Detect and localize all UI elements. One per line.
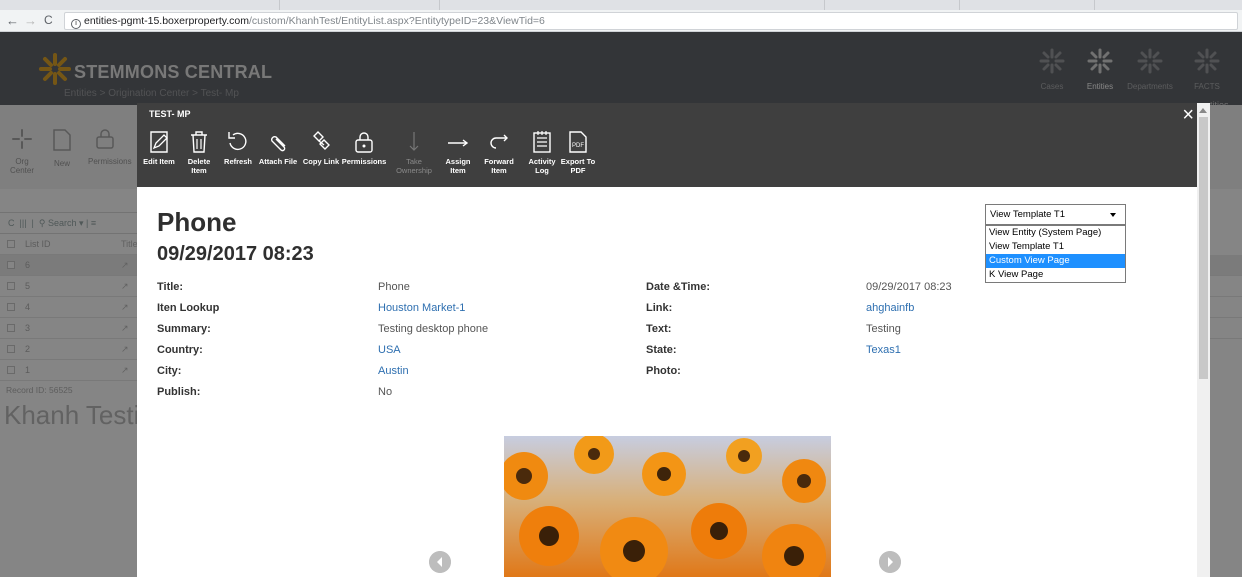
address-bar-row: ← → C i entities-pgmt-15.boxerproperty.co… bbox=[0, 10, 1242, 32]
browser-tab[interactable] bbox=[120, 0, 280, 10]
url-host: entities-pgmt-15.boxerproperty.com bbox=[84, 15, 249, 27]
next-image-icon[interactable] bbox=[879, 551, 901, 573]
forward-nav-icon[interactable]: → bbox=[24, 13, 37, 28]
dropdown-option[interactable]: K View Page bbox=[986, 268, 1125, 282]
browser-tab[interactable] bbox=[280, 0, 440, 10]
info-icon[interactable]: i bbox=[71, 19, 81, 29]
field-value-state[interactable]: Texas1 bbox=[866, 344, 901, 356]
refresh-icon bbox=[228, 132, 247, 151]
reload-icon[interactable]: C bbox=[44, 13, 53, 27]
dropdown-option-highlighted[interactable]: Custom View Page bbox=[986, 254, 1125, 268]
record-date: 09/29/2017 08:23 bbox=[157, 243, 314, 265]
arrow-down-icon bbox=[409, 132, 419, 151]
button-label: Export To PDF bbox=[560, 157, 596, 175]
field-label-publish: Publish: bbox=[157, 386, 201, 398]
field-label-state: State: bbox=[646, 344, 677, 356]
url-field[interactable]: i entities-pgmt-15.boxerproperty.com/cust… bbox=[64, 12, 1238, 30]
button-label: Assign Item bbox=[445, 157, 471, 175]
log-icon bbox=[533, 131, 551, 153]
link-icon bbox=[313, 131, 330, 150]
field-value-publish: No bbox=[378, 386, 393, 398]
field-label-summary: Summary: bbox=[157, 323, 211, 335]
assign-item-button[interactable]: Assign Item bbox=[438, 130, 478, 175]
url-path: /custom/KhanhTest/EntityList.aspx?Entity… bbox=[248, 15, 545, 27]
field-value-item-lookup[interactable]: Houston Market-1 bbox=[378, 302, 465, 314]
modal-title: TEST- MP bbox=[149, 109, 191, 119]
field-label-photo: Photo: bbox=[646, 365, 681, 377]
dropdown-option[interactable]: View Template T1 bbox=[986, 240, 1125, 254]
field-value-date-time: 09/29/2017 08:23 bbox=[866, 281, 952, 293]
previous-image-icon[interactable] bbox=[429, 551, 451, 573]
browser-tab[interactable] bbox=[960, 0, 1095, 10]
copy-link-button[interactable]: Copy Link bbox=[301, 130, 341, 166]
browser-tab[interactable] bbox=[690, 0, 825, 10]
scroll-up-icon[interactable] bbox=[1199, 108, 1207, 113]
field-label-title: Title: bbox=[157, 281, 184, 293]
chevron-down-icon bbox=[1110, 213, 1116, 217]
photo-image bbox=[504, 436, 831, 577]
take-ownership-button[interactable]: Take Ownership bbox=[394, 130, 434, 175]
back-icon[interactable]: ← bbox=[6, 13, 19, 28]
scrollbar-thumb[interactable] bbox=[1199, 117, 1208, 379]
record-title: Phone bbox=[157, 207, 237, 237]
svg-text:PDF: PDF bbox=[572, 143, 584, 149]
refresh-button[interactable]: Refresh bbox=[218, 130, 258, 166]
button-label: Forward Item bbox=[484, 157, 514, 175]
button-label: Take Ownership bbox=[396, 157, 432, 175]
field-label-date-time: Date &Time: bbox=[646, 281, 710, 293]
edit-icon bbox=[150, 131, 168, 153]
delete-item-button[interactable]: Delete Item bbox=[179, 130, 219, 175]
button-label: Copy Link bbox=[302, 157, 340, 166]
field-label-link: Link: bbox=[646, 302, 673, 314]
button-label: Attach File bbox=[258, 157, 298, 166]
dropdown-option[interactable]: View Entity (System Page) bbox=[986, 226, 1125, 240]
button-label: Delete Item bbox=[187, 157, 211, 175]
pdf-icon: PDF bbox=[569, 131, 587, 153]
close-icon[interactable]: × bbox=[1182, 104, 1194, 127]
item-modal: TEST- MP × Edit Item Delete Item Refresh… bbox=[137, 103, 1210, 577]
select-value: View Template T1 bbox=[990, 209, 1065, 220]
field-value-link[interactable]: ahghainfb bbox=[866, 302, 914, 314]
field-value-city[interactable]: Austin bbox=[378, 365, 409, 377]
field-value-text: Testing bbox=[866, 323, 901, 335]
forward-icon bbox=[490, 134, 508, 149]
view-template-dropdown: View Entity (System Page) View Template … bbox=[985, 225, 1126, 283]
activity-log-button[interactable]: Activity Log bbox=[522, 130, 562, 175]
button-label: Refresh bbox=[224, 157, 252, 166]
field-value-title: Phone bbox=[378, 281, 410, 293]
flower-photo bbox=[504, 436, 831, 577]
button-label: Edit Item bbox=[143, 157, 175, 166]
permissions-button[interactable]: Permissions bbox=[341, 130, 387, 166]
browser-tab-strip bbox=[0, 0, 1242, 10]
field-label-country: Country: bbox=[157, 344, 203, 356]
field-label-city: City: bbox=[157, 365, 182, 377]
attach-file-button[interactable]: Attach File bbox=[258, 130, 298, 166]
view-template-select[interactable]: View Template T1 bbox=[985, 204, 1126, 225]
field-value-summary: Testing desktop phone bbox=[378, 323, 489, 335]
field-label-text: Text: bbox=[646, 323, 672, 335]
lock-icon bbox=[355, 132, 373, 153]
modal-toolbar: TEST- MP × Edit Item Delete Item Refresh… bbox=[137, 103, 1210, 187]
forward-item-button[interactable]: Forward Item bbox=[479, 130, 519, 175]
arrow-right-icon bbox=[448, 139, 469, 147]
edit-item-button[interactable]: Edit Item bbox=[139, 130, 179, 166]
export-pdf-button[interactable]: PDF Export To PDF bbox=[558, 130, 598, 175]
field-label-item-lookup: Iten Lookup bbox=[157, 302, 220, 314]
trash-icon bbox=[191, 131, 207, 153]
modal-scrollbar[interactable] bbox=[1197, 103, 1210, 577]
paperclip-icon bbox=[271, 136, 286, 152]
button-label: Permissions bbox=[341, 157, 387, 166]
field-value-country[interactable]: USA bbox=[378, 344, 401, 356]
browser-tab[interactable] bbox=[825, 0, 960, 10]
button-label: Activity Log bbox=[528, 157, 556, 175]
